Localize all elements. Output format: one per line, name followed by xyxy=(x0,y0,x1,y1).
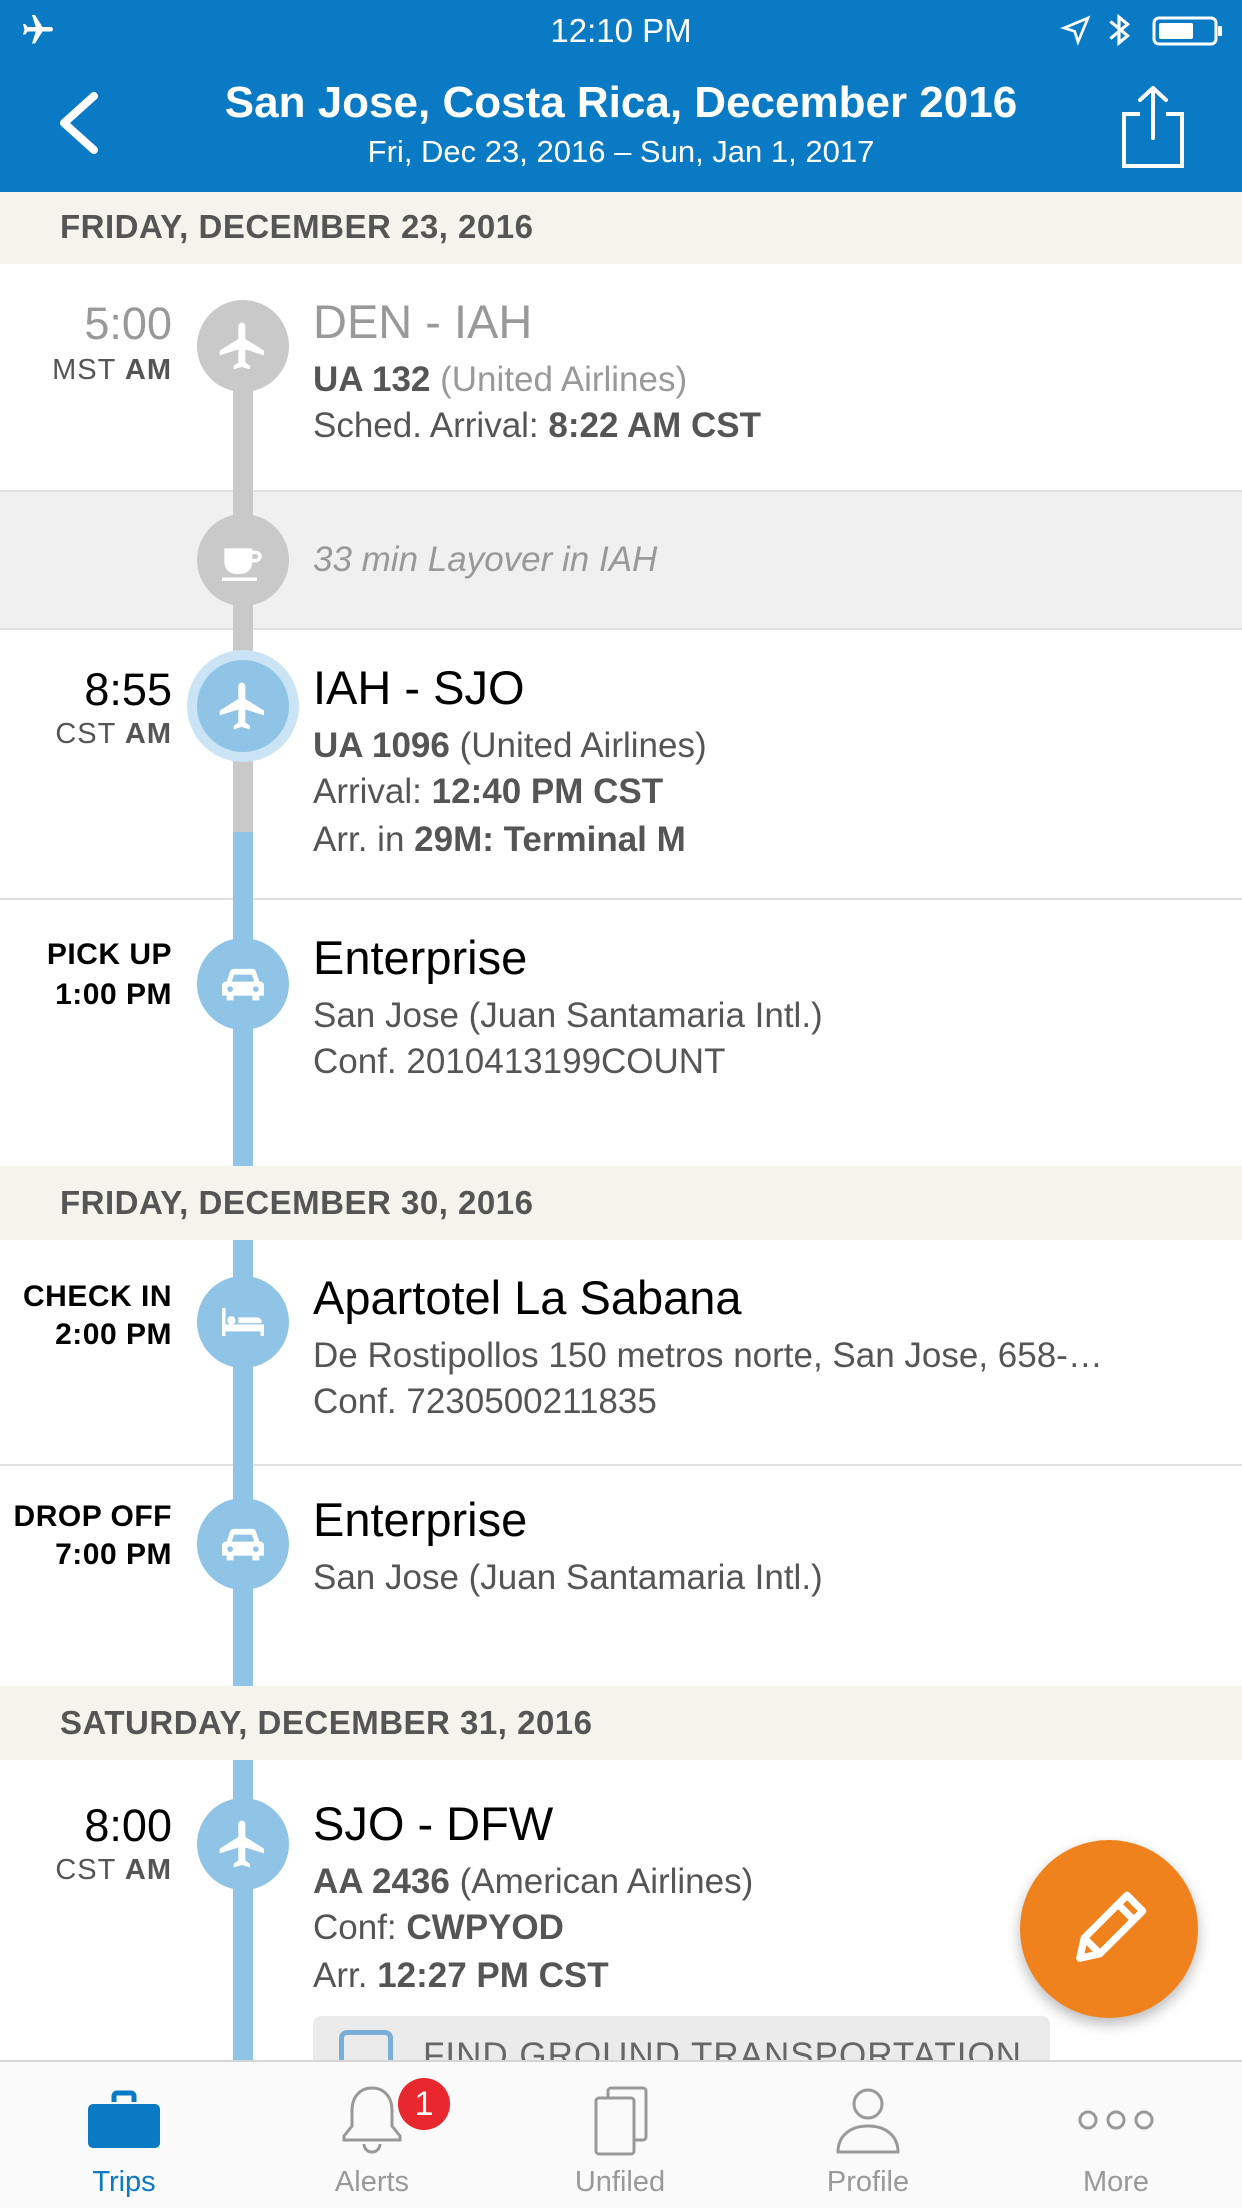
tab-label: Unfiled xyxy=(574,2166,666,2198)
status-time: 12:10 PM xyxy=(550,12,692,49)
pencil-icon xyxy=(1076,1891,1147,1962)
layover-row: 33 min Layover in IAH xyxy=(0,492,1242,628)
tab-label: Profile xyxy=(826,2166,910,2198)
tab-trips[interactable]: Trips xyxy=(0,2062,248,2208)
share-icon[interactable] xyxy=(1120,84,1186,170)
departure-time: 8:00 xyxy=(84,1800,172,1851)
trip-title: San Jose, Costa Rica, December 2016 xyxy=(224,78,1018,127)
layover-text: 33 min Layover in IAH xyxy=(313,540,658,579)
car-confirmation: Conf. 2010413199COUNT xyxy=(313,1042,726,1081)
bluetooth-icon xyxy=(1109,13,1131,47)
day-header: FRIDAY, DECEMBER 23, 2016 xyxy=(0,192,1242,264)
car-vendor: Enterprise xyxy=(313,1493,528,1546)
alerts-count-badge: 1 xyxy=(398,2078,450,2130)
flight-confirmation: Conf: CWPYOD xyxy=(313,1908,564,1947)
tab-label: Trips xyxy=(92,2166,156,2198)
airplane-icon xyxy=(219,1820,264,1868)
battery-icon xyxy=(1152,16,1222,46)
car-icon xyxy=(222,968,264,1001)
tab-profile[interactable]: Profile xyxy=(744,2062,992,2208)
tab-unfiled[interactable]: Unfiled xyxy=(496,2062,744,2208)
tab-label: Alerts xyxy=(334,2166,410,2198)
flight-number: AA 2436 (American Airlines) xyxy=(313,1862,754,1901)
coffee-cup-icon xyxy=(222,548,262,581)
segment-hotel[interactable]: CHECK IN 2:00 PM Apartotel La Sabana De … xyxy=(0,1242,1242,1464)
day-header-label: FRIDAY, DECEMBER 30, 2016 xyxy=(60,1184,534,1221)
tab-bar: Trips 1 Alerts Unfiled Profile More xyxy=(0,2060,1242,2208)
flight-node xyxy=(197,300,289,392)
flight-node xyxy=(197,1798,289,1890)
itinerary-list[interactable]: FRIDAY, DECEMBER 23, 2016 5:00 MST AM DE… xyxy=(0,192,1242,2060)
car-action-time: 7:00 PM xyxy=(55,1538,172,1571)
tab-label: More xyxy=(1082,2166,1150,2198)
departure-tz: CST AM xyxy=(55,1854,172,1886)
back-chevron-icon[interactable] xyxy=(50,88,110,158)
flight-number: UA 132 (United Airlines) xyxy=(313,360,688,399)
departure-time: 8:55 xyxy=(84,664,172,715)
person-icon xyxy=(836,2088,900,2154)
airplane-icon xyxy=(219,682,264,730)
flight-route: DEN - IAH xyxy=(313,295,533,348)
departure-tz: CST AM xyxy=(55,718,172,750)
bed-icon xyxy=(222,1308,264,1336)
edit-fab-button[interactable] xyxy=(1020,1840,1198,2018)
car-node xyxy=(197,1498,289,1590)
departure-tz: MST AM xyxy=(52,354,172,386)
status-bar: 12:10 PM xyxy=(0,0,1242,60)
segment-flight-den-iah[interactable]: 5:00 MST AM DEN - IAH UA 132 (United Air… xyxy=(0,264,1242,490)
segment-car-dropoff[interactable]: DROP OFF 7:00 PM Enterprise San Jose (Ju… xyxy=(0,1466,1242,1678)
briefcase-icon xyxy=(88,2090,160,2148)
car-action-time: 1:00 PM xyxy=(55,978,172,1011)
car-node xyxy=(197,938,289,1030)
car-action-label: DROP OFF xyxy=(13,1500,172,1533)
day-header-label: FRIDAY, DECEMBER 23, 2016 xyxy=(60,208,534,245)
flight-route: IAH - SJO xyxy=(313,661,525,714)
car-action-label: PICK UP xyxy=(46,938,172,971)
day-header-label: SATURDAY, DECEMBER 31, 2016 xyxy=(60,1704,593,1741)
hotel-node xyxy=(197,1276,289,1368)
hotel-action-time: 2:00 PM xyxy=(55,1318,172,1351)
location-arrow-icon xyxy=(1060,15,1091,46)
departure-time: 5:00 xyxy=(84,298,172,349)
tab-alerts[interactable]: 1 Alerts xyxy=(248,2062,496,2208)
flight-node-current xyxy=(197,660,289,752)
car-icon xyxy=(222,1528,264,1561)
hotel-address: De Rostipollos 150 metros norte, San Jos… xyxy=(313,1336,1103,1375)
car-location: San Jose (Juan Santamaria Intl.) xyxy=(313,996,823,1035)
arrival-terminal: Arr. in 29M: Terminal M xyxy=(313,820,686,859)
flight-arrival: Sched. Arrival: 8:22 AM CST xyxy=(313,406,762,445)
tab-more[interactable]: More xyxy=(992,2062,1240,2208)
flight-arrival: Arrival: 12:40 PM CST xyxy=(313,772,664,811)
hotel-name: Apartotel La Sabana xyxy=(313,1271,742,1324)
car-vendor: Enterprise xyxy=(313,931,528,984)
hotel-confirmation: Conf. 7230500211835 xyxy=(313,1382,657,1421)
app-header: 12:10 PM San Jose, Costa Rica, December … xyxy=(0,0,1242,192)
segment-car-pickup[interactable]: PICK UP 1:00 PM Enterprise San Jose (Jua… xyxy=(0,900,1242,1156)
flight-route: SJO - DFW xyxy=(313,1797,554,1850)
flight-number: UA 1096 (United Airlines) xyxy=(313,726,707,765)
ellipsis-icon xyxy=(1078,2110,1154,2130)
airplane-icon xyxy=(219,322,264,370)
day-header: FRIDAY, DECEMBER 30, 2016 xyxy=(0,1166,1242,1240)
segment-flight-iah-sjo[interactable]: 8:55 CST AM IAH - SJO UA 1096 (United Ai… xyxy=(0,630,1242,892)
trip-dates: Fri, Dec 23, 2016 – Sun, Jan 1, 2017 xyxy=(367,134,875,169)
car-location: San Jose (Juan Santamaria Intl.) xyxy=(313,1558,823,1597)
day-header: SATURDAY, DECEMBER 31, 2016 xyxy=(0,1686,1242,1760)
documents-icon xyxy=(594,2086,648,2156)
flight-arrival: Arr. 12:27 PM CST xyxy=(313,1956,609,1995)
layover-node xyxy=(197,514,289,606)
hotel-action-label: CHECK IN xyxy=(22,1280,172,1313)
